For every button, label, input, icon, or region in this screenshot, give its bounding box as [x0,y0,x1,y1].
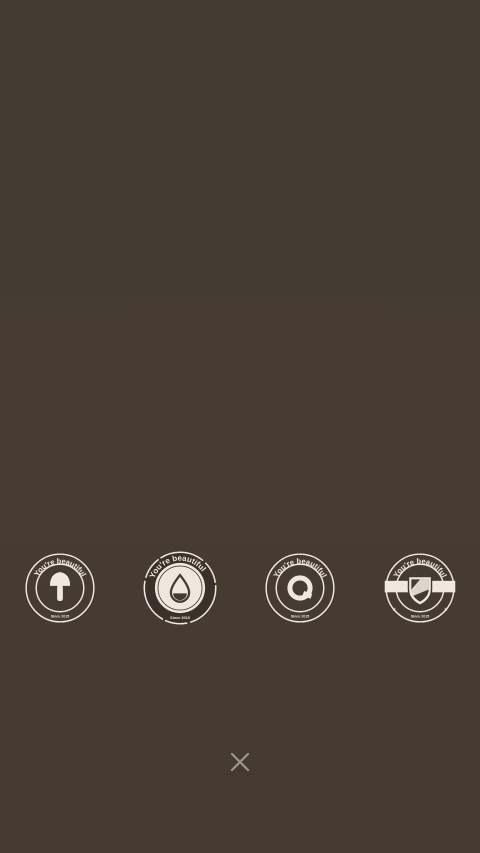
mushroom-icon [49,572,71,601]
drop-badge-graphic: You're beautiful Since 2015 [143,550,217,625]
background [0,0,480,853]
star-icon: ★ [444,607,449,613]
badge-bottom-text: Since 2015 [411,615,430,619]
badge-picker: You're beautiful Since 2015 You're beaut… [0,548,480,628]
close-button[interactable] [224,746,256,778]
badge-shield[interactable]: You're beautiful Since 2015 ★ ★ [384,552,456,624]
close-icon [230,752,250,772]
badge-mushroom[interactable]: You're beautiful Since 2015 [24,552,96,624]
star-icon: ★ [392,607,397,613]
q-badge-graphic: You're beautiful Since 2015 [265,553,335,623]
q-letter-icon [287,575,313,601]
badge-bottom-text: Since 2015 [170,616,190,620]
shield-icon [407,575,433,607]
mushroom-badge-graphic: You're beautiful Since 2015 [25,553,95,623]
badge-q[interactable]: You're beautiful Since 2015 [264,552,336,624]
badge-drop[interactable]: You're beautiful Since 2015 [142,550,218,626]
badge-bottom-text: Since 2015 [51,615,70,619]
shield-badge-graphic: You're beautiful Since 2015 ★ ★ [384,553,456,623]
badge-bottom-text: Since 2015 [291,615,310,619]
